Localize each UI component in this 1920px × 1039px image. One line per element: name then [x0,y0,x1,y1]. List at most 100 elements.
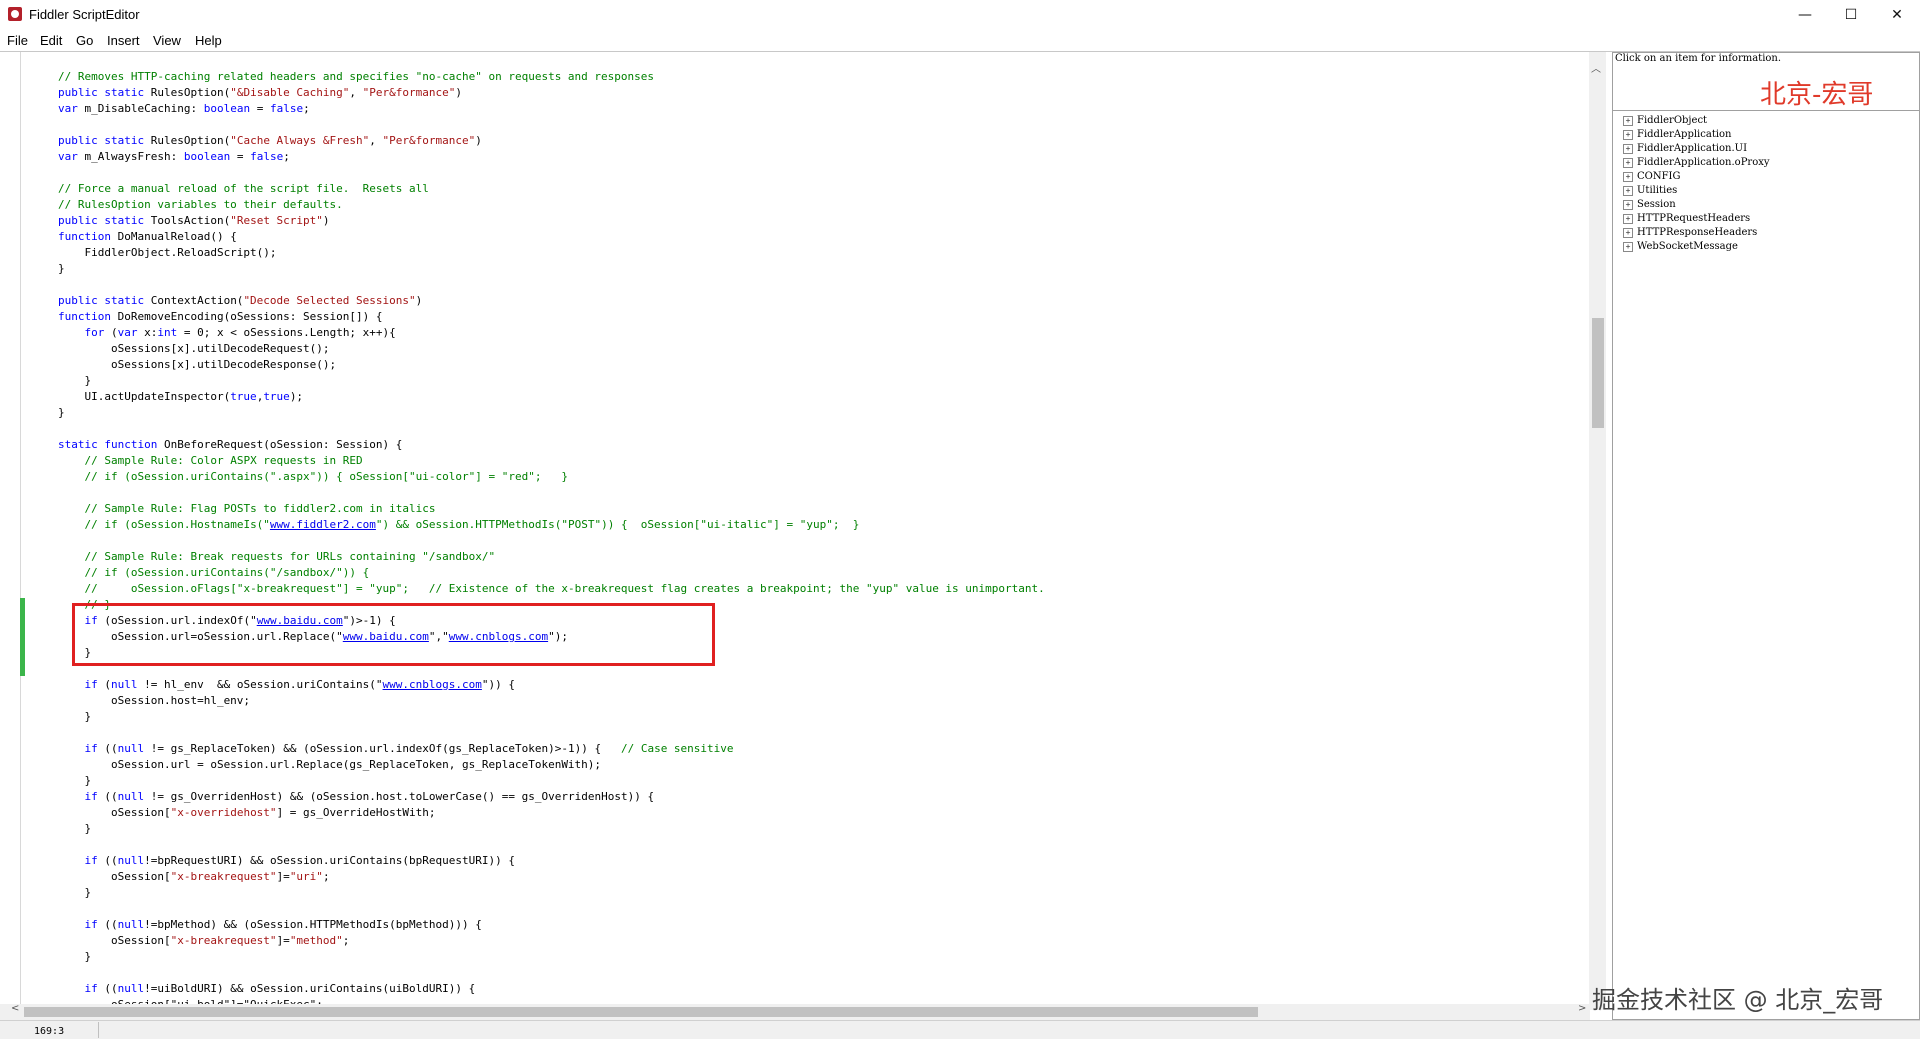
code-line[interactable] [58,165,1045,181]
code-line[interactable] [58,485,1045,501]
expand-icon[interactable]: + [1623,199,1633,210]
code-token: var [58,102,85,115]
code-line[interactable]: } [58,949,1045,965]
code-line[interactable]: public static ContextAction("Decode Sele… [58,293,1045,309]
code-line[interactable]: // Sample Rule: Break requests for URLs … [58,549,1045,565]
horizontal-scroll-thumb[interactable] [24,1007,1258,1017]
code-line[interactable]: if ((null != gs_OverridenHost) && (oSess… [58,789,1045,805]
code-token: ContextAction( [150,294,244,307]
code-line[interactable]: // Sample Rule: Flag POSTs to fiddler2.c… [58,501,1045,517]
code-line[interactable] [58,965,1045,981]
code-token: ) [322,214,330,227]
scroll-left-icon[interactable]: < [11,1003,19,1014]
expand-icon[interactable]: + [1623,129,1633,140]
expand-icon[interactable]: + [1623,143,1633,154]
code-line[interactable] [58,421,1045,437]
code-line[interactable]: oSession["x-breakrequest"]="uri"; [58,869,1045,885]
code-line[interactable]: static function OnBeforeRequest(oSession… [58,437,1045,453]
tree-item-label: Session [1637,199,1676,210]
code-line[interactable]: public static ToolsAction("Reset Script"… [58,213,1045,229]
code-line[interactable] [58,117,1045,133]
tree-item[interactable]: + FiddlerApplication [1623,128,1732,142]
code-line[interactable]: } [58,405,1045,421]
code-line[interactable]: public static RulesOption("Cache Always … [58,133,1045,149]
menu-edit[interactable]: Edit [40,33,62,48]
minimize-button[interactable]: — [1782,0,1828,30]
tree-item[interactable]: + FiddlerApplication.oProxy [1623,156,1770,170]
code-line[interactable]: oSession.host=hl_env; [58,693,1045,709]
code-line[interactable] [58,277,1045,293]
code-line[interactable]: } [58,821,1045,837]
code-line[interactable]: } [58,709,1045,725]
code-line[interactable]: if ((null!=bpRequestURI) && oSession.uri… [58,853,1045,869]
code-line[interactable]: // oSession.oFlags["x-breakrequest"] = "… [58,581,1045,597]
code-line[interactable]: oSession["x-breakrequest"]="method"; [58,933,1045,949]
code-line[interactable]: oSession["x-overridehost"] = gs_Override… [58,805,1045,821]
code-line[interactable]: FiddlerObject.ReloadScript(); [58,245,1045,261]
scroll-up-icon[interactable]: ︿ [1591,60,1601,75]
code-token: oSession[ [58,806,171,819]
expand-icon[interactable]: + [1623,227,1633,238]
code-line[interactable]: // if (oSession.uriContains(".aspx")) { … [58,469,1045,485]
expand-icon[interactable]: + [1623,171,1633,182]
code-line[interactable]: // if (oSession.uriContains("/sandbox/")… [58,565,1045,581]
code-line[interactable]: if (null != hl_env && oSession.uriContai… [58,677,1045,693]
code-line[interactable]: function DoManualReload() { [58,229,1045,245]
tree-item[interactable]: + HTTPRequestHeaders [1623,212,1750,226]
code-line[interactable]: oSessions[x].utilDecodeResponse(); [58,357,1045,373]
code-line[interactable]: oSession.url = oSession.url.Replace(gs_R… [58,757,1045,773]
code-line[interactable]: function DoRemoveEncoding(oSessions: Ses… [58,309,1045,325]
script-code[interactable]: // Removes HTTP-caching related headers … [58,69,1045,1013]
menu-go[interactable]: Go [76,33,93,48]
code-line[interactable]: // if (oSession.HostnameIs("www.fiddler2… [58,517,1045,533]
code-line[interactable]: } [58,261,1045,277]
code-line[interactable]: } [58,773,1045,789]
menu-view[interactable]: View [153,33,181,48]
code-token: oSession[ [58,934,171,947]
code-line[interactable]: for (var x:int = 0; x < oSessions.Length… [58,325,1045,341]
code-line[interactable]: // Removes HTTP-caching related headers … [58,69,1045,85]
code-line[interactable]: public static RulesOption("&Disable Cach… [58,85,1045,101]
code-line[interactable] [58,725,1045,741]
menu-file[interactable]: File [7,33,28,48]
code-line[interactable]: var m_AlwaysFresh: boolean = false; [58,149,1045,165]
code-line[interactable]: if ((null!=bpMethod) && (oSession.HTTPMe… [58,917,1045,933]
expand-icon[interactable]: + [1623,213,1633,224]
code-token: null [117,854,145,867]
code-line[interactable] [58,837,1045,853]
maximize-button[interactable]: ☐ [1828,0,1874,30]
tree-item[interactable]: + FiddlerObject [1623,114,1707,128]
expand-icon[interactable]: + [1623,241,1633,252]
code-line[interactable] [58,901,1045,917]
code-line[interactable]: oSessions[x].utilDecodeRequest(); [58,341,1045,357]
code-line[interactable]: // RulesOption variables to their defaul… [58,197,1045,213]
expand-icon[interactable]: + [1623,115,1633,126]
code-token: = [250,102,270,115]
expand-icon[interactable]: + [1623,157,1633,168]
code-line[interactable]: // Sample Rule: Color ASPX requests in R… [58,453,1045,469]
expand-icon[interactable]: + [1623,185,1633,196]
code-token: ; [303,102,310,115]
tree-item[interactable]: + CONFIG [1623,170,1680,184]
code-line[interactable]: if ((null != gs_ReplaceToken) && (oSessi… [58,741,1045,757]
vertical-scrollbar[interactable] [1589,52,1606,1010]
tree-item[interactable]: + Session [1623,198,1676,212]
tree-item[interactable]: + WebSocketMessage [1623,240,1738,254]
menu-help[interactable]: Help [195,33,222,48]
code-line[interactable]: UI.actUpdateInspector(true,true); [58,389,1045,405]
code-line[interactable]: } [58,373,1045,389]
code-line[interactable]: if ((null!=uiBoldURI) && oSession.uriCon… [58,981,1045,997]
code-token: x: [144,326,158,339]
tree-item[interactable]: + Utilities [1623,184,1677,198]
tree-item[interactable]: + HTTPResponseHeaders [1623,226,1757,240]
close-button[interactable]: ✕ [1874,0,1920,30]
vertical-scroll-thumb[interactable] [1592,318,1604,428]
scroll-right-icon[interactable]: > [1578,1003,1586,1014]
menu-insert[interactable]: Insert [107,33,140,48]
code-line[interactable]: var m_DisableCaching: boolean = false; [58,101,1045,117]
code-line[interactable]: // Force a manual reload of the script f… [58,181,1045,197]
code-line[interactable]: } [58,885,1045,901]
code-line[interactable] [58,533,1045,549]
tree-item[interactable]: + FiddlerApplication.UI [1623,142,1747,156]
